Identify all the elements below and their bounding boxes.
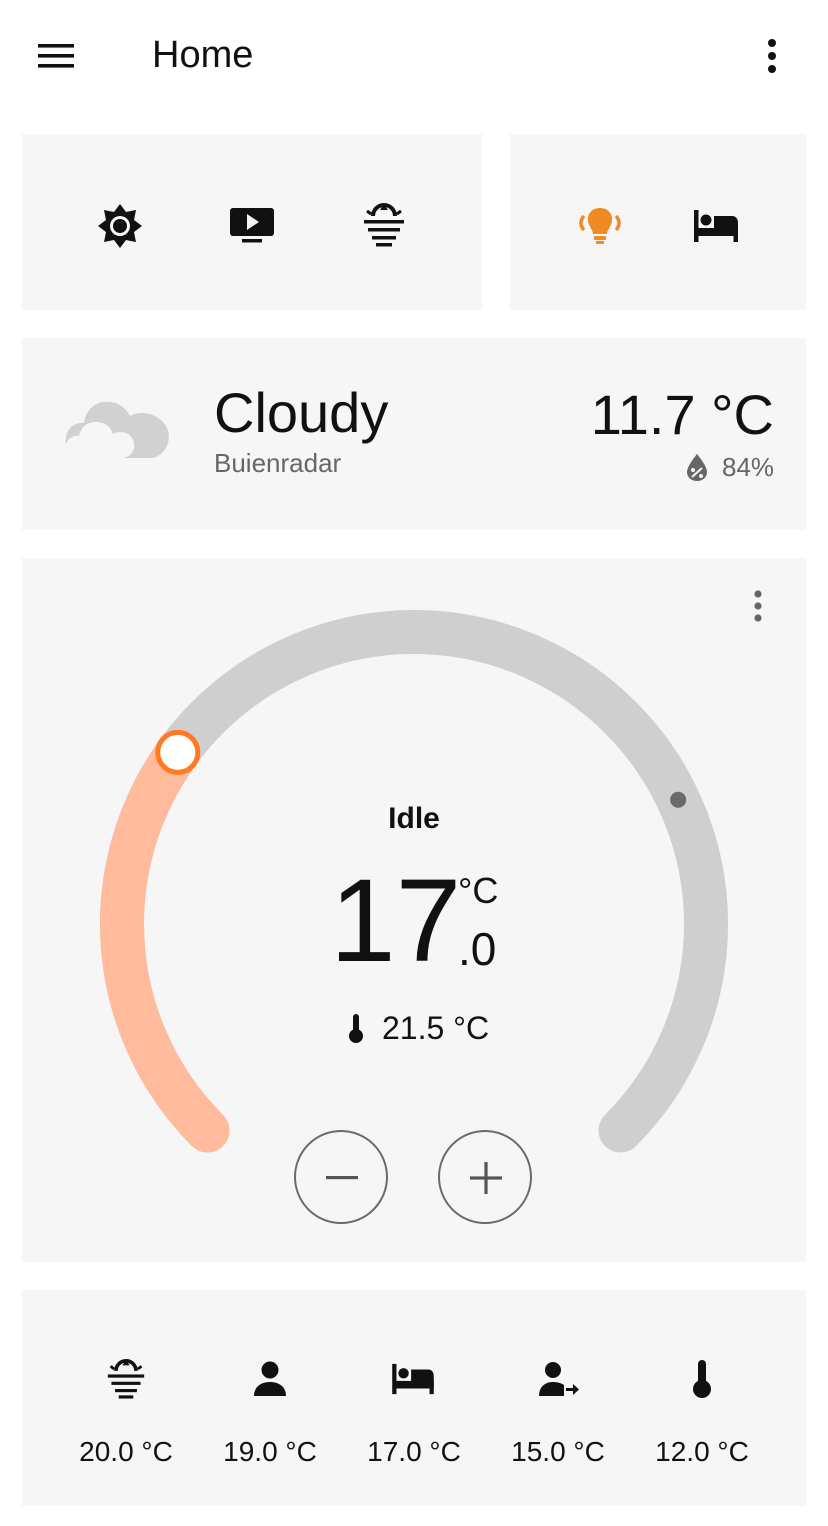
target-temperature-decimal: .0 [458, 923, 497, 975]
increase-temperature-button[interactable] [438, 1130, 532, 1224]
decrease-temperature-button[interactable] [294, 1130, 388, 1224]
current-temperature: 21.5 °C [382, 1010, 490, 1046]
target-temperature-unit: °C [458, 870, 499, 911]
hvac-state: Idle [388, 802, 440, 835]
thermometer-icon [349, 1014, 363, 1043]
bed-icon[interactable] [390, 1362, 436, 1396]
target-temp-handle[interactable] [155, 729, 201, 775]
preset-label: 19.0 °C [223, 1436, 317, 1467]
preset-label: 20.0 °C [79, 1436, 173, 1467]
thermometer-icon[interactable] [690, 1358, 714, 1400]
plus-icon [470, 1162, 502, 1194]
target-temperature: 17 [330, 855, 462, 987]
minus-icon [326, 1176, 358, 1180]
preset-label: 17.0 °C [367, 1436, 461, 1467]
person-icon[interactable] [252, 1360, 288, 1398]
preset-label: 15.0 °C [511, 1436, 605, 1467]
person-leave-icon[interactable] [538, 1360, 580, 1398]
preset-label: 12.0 °C [655, 1436, 749, 1467]
sunrise-icon[interactable] [106, 1358, 146, 1400]
